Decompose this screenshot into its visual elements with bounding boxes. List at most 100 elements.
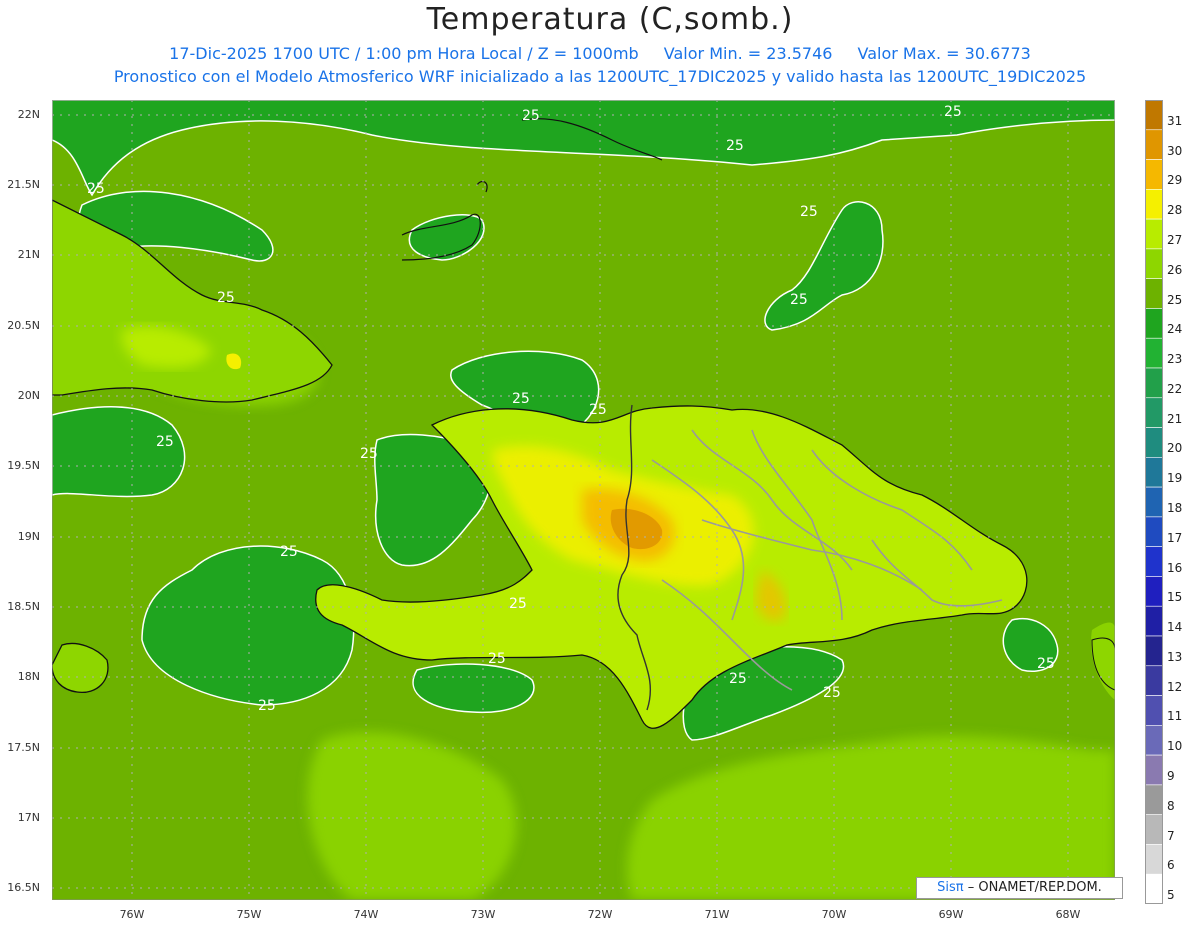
- date-time-text: 17-Dic-2025 1700 UTC / 1:00 pm Hora Loca…: [169, 44, 639, 63]
- credit-brand: Sisπ: [937, 880, 964, 895]
- legend-swatch: [1145, 248, 1163, 279]
- legend-swatch: [1145, 725, 1163, 756]
- contour-label: 25: [1037, 656, 1055, 672]
- credit-text: – ONAMET/REP.DOM.: [967, 880, 1102, 895]
- legend-level-label: 5: [1167, 888, 1175, 903]
- legend-level-label: 15: [1167, 590, 1183, 605]
- legend-swatch: [1145, 486, 1163, 518]
- y-tick-label: 16.5N: [7, 881, 40, 894]
- legend-swatch: [1145, 546, 1163, 577]
- legend-swatch: [1145, 457, 1163, 488]
- y-tick-label: 21.5N: [7, 178, 40, 191]
- legend-swatch: [1145, 844, 1163, 875]
- legend-level-label: 23: [1167, 352, 1183, 367]
- legend-level-label: 10: [1167, 739, 1183, 754]
- x-tick-label: 69W: [938, 908, 964, 921]
- legend-level-label: 24: [1167, 322, 1183, 337]
- legend-swatch: [1145, 129, 1163, 160]
- legend-swatch: [1145, 367, 1163, 399]
- contour-label: 25: [509, 596, 527, 612]
- legend-swatch: [1145, 427, 1163, 458]
- legend-level-label: 26: [1167, 262, 1183, 277]
- legend-level-label: 7: [1167, 828, 1175, 843]
- legend-level-label: 20: [1167, 441, 1183, 456]
- legend-swatch: [1145, 278, 1163, 309]
- temperature-map: 25 25 25 25 25 25 25 25 25 25 25 25 25 2…: [52, 100, 1115, 900]
- x-tick-label: 70W: [821, 908, 847, 921]
- legend-swatch: [1145, 159, 1163, 190]
- legend-swatch: [1145, 189, 1163, 220]
- legend-level-label: 11: [1167, 709, 1183, 724]
- x-tick-label: 76W: [119, 908, 145, 921]
- contour-label: 25: [944, 104, 962, 120]
- subtitle-line-2: Pronostico con el Modelo Atmosferico WRF…: [113, 67, 1087, 86]
- y-tick-label: 21N: [17, 248, 40, 261]
- legend-swatch: [1145, 754, 1163, 786]
- legend-level-label: 19: [1167, 471, 1183, 486]
- legend-level-label: 21: [1167, 411, 1183, 426]
- y-tick-label: 20N: [17, 389, 40, 402]
- legend-swatch: [1145, 337, 1163, 369]
- contour-label: 25: [488, 651, 506, 667]
- y-tick-label: 17.5N: [7, 741, 40, 754]
- contour-label: 25: [729, 671, 747, 687]
- y-tick-label: 19.5N: [7, 459, 40, 472]
- contour-label: 25: [726, 138, 744, 154]
- legend-swatch: [1145, 100, 1163, 131]
- contour-label: 25: [522, 108, 540, 124]
- map-title: Temperatura (C,somb.): [426, 2, 794, 37]
- y-tick-label: 18N: [17, 670, 40, 683]
- x-tick-label: 75W: [236, 908, 262, 921]
- color-legend: [1145, 100, 1163, 904]
- x-tick-label: 71W: [704, 908, 730, 921]
- legend-level-label: 8: [1167, 798, 1175, 813]
- legend-swatch: [1145, 308, 1163, 339]
- credit-box: Sisπ – ONAMET/REP.DOM.: [916, 877, 1123, 899]
- legend-level-label: 6: [1167, 858, 1175, 873]
- y-tick-label: 22N: [17, 108, 40, 121]
- x-tick-label: 68W: [1055, 908, 1081, 921]
- legend-swatch: [1145, 635, 1163, 667]
- y-tick-label: 19N: [17, 530, 40, 543]
- legend-level-label: 29: [1167, 173, 1183, 188]
- legend-level-label: 25: [1167, 292, 1183, 307]
- legend-level-label: 27: [1167, 232, 1183, 247]
- legend-level-label: 31: [1167, 113, 1183, 128]
- legend-swatch: [1145, 665, 1163, 696]
- legend-swatch: [1145, 576, 1163, 607]
- x-tick-label: 73W: [470, 908, 496, 921]
- y-tick-label: 18.5N: [7, 600, 40, 613]
- legend-level-label: 14: [1167, 620, 1183, 635]
- contour-label: 25: [87, 181, 105, 197]
- contour-label: 25: [360, 446, 378, 462]
- legend-swatch: [1145, 695, 1163, 726]
- legend-swatch: [1145, 873, 1163, 904]
- legend-level-label: 18: [1167, 500, 1183, 515]
- legend-swatch: [1145, 814, 1163, 845]
- min-value-text: Valor Min. = 23.5746: [663, 44, 833, 63]
- subtitle-line-1: 17-Dic-2025 1700 UTC / 1:00 pm Hora Loca…: [0, 44, 1200, 63]
- contour-label: 25: [280, 544, 298, 560]
- legend-level-label: 9: [1167, 768, 1175, 783]
- legend-level-label: 22: [1167, 381, 1183, 396]
- legend-level-label: 16: [1167, 560, 1183, 575]
- legend-swatch: [1145, 516, 1163, 547]
- contour-label: 25: [790, 292, 808, 308]
- y-tick-label: 20.5N: [7, 319, 40, 332]
- legend-level-label: 13: [1167, 649, 1183, 664]
- x-tick-label: 74W: [353, 908, 379, 921]
- contour-label: 25: [512, 391, 530, 407]
- legend-level-label: 28: [1167, 203, 1183, 218]
- contour-label: 25: [589, 402, 607, 418]
- contour-label: 25: [258, 698, 276, 714]
- legend-swatch: [1145, 605, 1163, 637]
- contour-label: 25: [800, 204, 818, 220]
- contour-label: 25: [823, 685, 841, 701]
- legend-swatch: [1145, 397, 1163, 428]
- contour-label: 25: [217, 290, 235, 306]
- legend-level-label: 12: [1167, 679, 1183, 694]
- legend-swatch: [1145, 218, 1163, 250]
- max-value-text: Valor Max. = 30.6773: [857, 44, 1031, 63]
- legend-level-label: 17: [1167, 530, 1183, 545]
- contour-label: 25: [156, 434, 174, 450]
